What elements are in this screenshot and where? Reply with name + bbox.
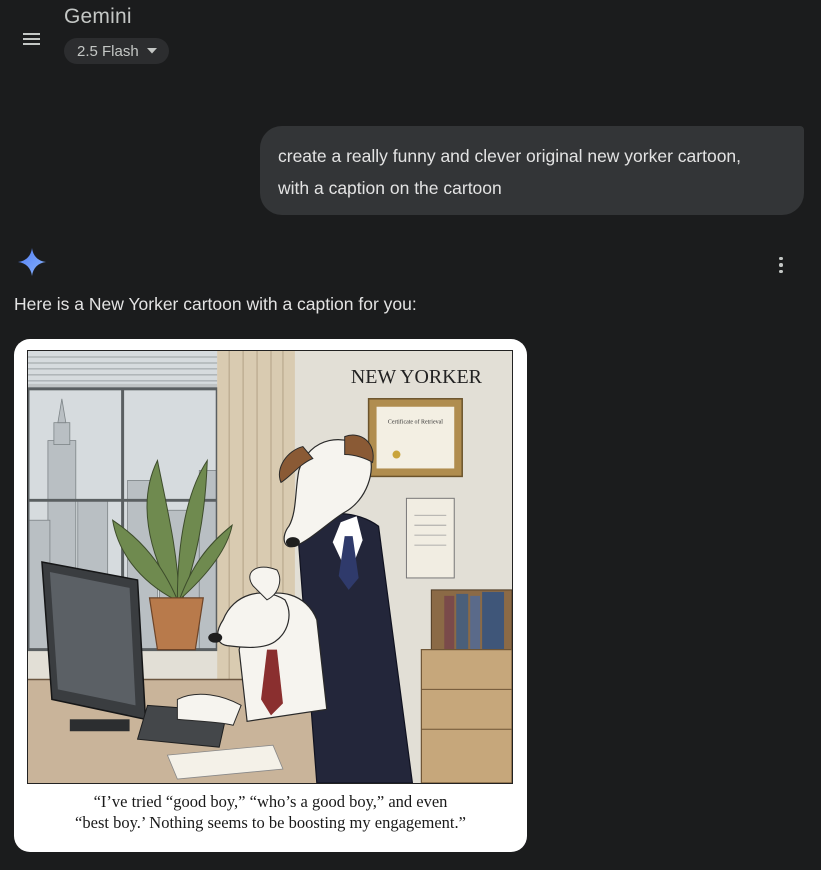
model-label: 2.5 Flash <box>77 42 139 60</box>
more-vert-icon <box>779 256 783 261</box>
user-message-line: with a caption on the cartoon <box>278 178 502 198</box>
caption-line: “I’ve tried “good boy,” “who’s a good bo… <box>93 792 448 811</box>
cartoon-illustration: NEW YORKER Certificate of Retrieval <box>27 350 513 784</box>
magazine-label: NEW YORKER <box>351 366 483 388</box>
caption-line: “best boy.’ Nothing seems to be boosting… <box>75 813 466 832</box>
user-message-line: create a really funny and clever origina… <box>278 146 742 166</box>
cartoon-caption: “I’ve tried “good boy,” “who’s a good bo… <box>14 791 527 833</box>
model-selector[interactable]: 2.5 Flash <box>64 38 169 64</box>
top-bar: Gemini 2.5 Flash <box>0 0 821 80</box>
caret-down-icon <box>146 48 157 54</box>
more-options-button[interactable] <box>768 251 794 279</box>
gemini-spark-icon <box>18 248 46 276</box>
generated-image-card[interactable]: NEW YORKER Certificate of Retrieval “I’v… <box>14 339 527 852</box>
menu-button[interactable] <box>14 21 50 57</box>
hamburger-menu-icon <box>23 33 40 45</box>
response-text: Here is a New Yorker cartoon with a capt… <box>14 294 417 314</box>
certificate-title: Certificate of Retrieval <box>388 419 443 426</box>
user-message-bubble: create a really funny and clever origina… <box>260 126 804 215</box>
app-title: Gemini <box>64 5 132 28</box>
